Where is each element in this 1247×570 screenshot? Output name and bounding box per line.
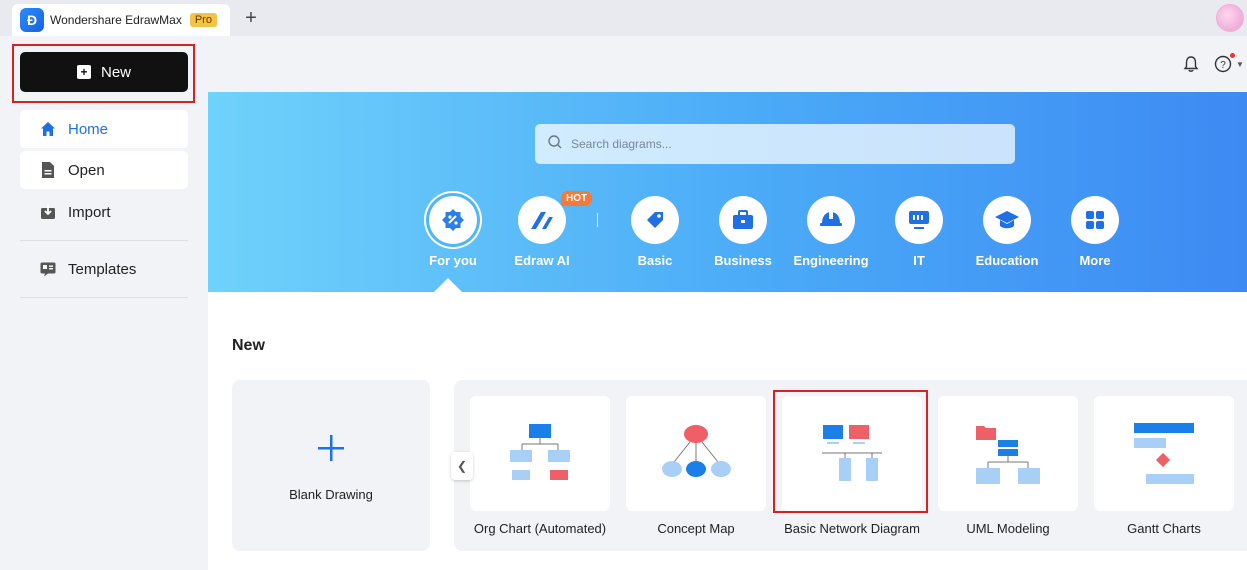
- category-engineering[interactable]: Engineering: [786, 196, 876, 268]
- briefcase-icon: [719, 196, 767, 244]
- search-icon: [547, 134, 563, 155]
- sidebar-item-label: Import: [68, 203, 111, 221]
- search-box[interactable]: [535, 124, 1015, 164]
- sidebar-item-label: Templates: [68, 260, 137, 278]
- org-chart-thumbnail-icon: [510, 424, 570, 480]
- sidebar-divider: [20, 297, 188, 298]
- plus-icon: [316, 433, 346, 463]
- template-thumb-gantt[interactable]: [1094, 396, 1234, 511]
- template-thumb-concept-map[interactable]: [626, 396, 766, 511]
- category-separator: [597, 213, 598, 227]
- edraw-ai-icon: [518, 196, 566, 244]
- help-notification-dot: [1230, 53, 1235, 58]
- category-label: For you: [429, 253, 477, 268]
- category-label: Engineering: [793, 253, 869, 268]
- template-thumb-uml[interactable]: [938, 396, 1078, 511]
- sidebar-item-label: Open: [68, 161, 105, 179]
- chevron-down-icon[interactable]: ▼: [1236, 60, 1244, 69]
- category-edraw-ai[interactable]: Edraw AI: [497, 196, 587, 268]
- hot-badge: HOT: [561, 191, 593, 206]
- template-label: Gantt Charts: [1127, 521, 1201, 536]
- blank-drawing-card[interactable]: [232, 380, 430, 551]
- template-label: Concept Map: [657, 521, 735, 536]
- file-icon: [40, 162, 56, 178]
- plus-icon: +: [76, 65, 91, 79]
- category-label: Business: [714, 253, 772, 268]
- section-title: New: [232, 337, 265, 354]
- hardhat-icon: [807, 196, 855, 244]
- category-more[interactable]: More: [1050, 196, 1140, 268]
- template-label: Basic Network Diagram: [784, 521, 920, 536]
- category-banner: For you Edraw AI HOT Basic Business Engi…: [208, 92, 1247, 292]
- template-label: Org Chart (Automated): [473, 521, 607, 536]
- template-thumb-org-chart[interactable]: [470, 396, 610, 511]
- category-it[interactable]: IT: [874, 196, 964, 268]
- new-button[interactable]: + New: [20, 52, 188, 92]
- home-icon: [40, 121, 56, 137]
- uml-thumbnail-icon: [976, 426, 1040, 484]
- blank-drawing-label: Blank Drawing: [289, 487, 373, 502]
- title-bar: Đ Wondershare EdrawMax Pro +: [0, 0, 1247, 36]
- svg-text:?: ?: [1220, 60, 1226, 71]
- template-label: UML Modeling: [966, 521, 1050, 536]
- carousel-prev-button[interactable]: ❮: [451, 452, 473, 480]
- category-education[interactable]: Education: [962, 196, 1052, 268]
- help-icon[interactable]: ?: [1214, 55, 1232, 73]
- notification-bell-icon[interactable]: [1183, 55, 1199, 73]
- add-tab-button[interactable]: +: [240, 7, 262, 29]
- sidebar-item-label: Home: [68, 120, 109, 138]
- category-basic[interactable]: Basic: [610, 196, 700, 268]
- grid-icon: [1071, 196, 1119, 244]
- chevron-left-icon: ❮: [456, 459, 468, 473]
- app-title: Wondershare EdrawMax: [50, 13, 182, 27]
- graduation-cap-icon: [983, 196, 1031, 244]
- sidebar-item-home[interactable]: Home: [20, 110, 188, 148]
- basic-tag-icon: [631, 196, 679, 244]
- for-you-icon: [429, 196, 477, 244]
- edrawmax-logo-icon: Đ: [20, 8, 44, 32]
- selected-template-highlight: [773, 390, 928, 513]
- category-label: Basic: [637, 253, 673, 268]
- category-label: IT: [913, 253, 925, 268]
- search-input[interactable]: [571, 137, 991, 151]
- category-label: Edraw AI: [514, 253, 570, 268]
- sidebar-item-templates[interactable]: Templates: [20, 250, 188, 288]
- sidebar-item-import[interactable]: Import: [20, 193, 188, 231]
- import-icon: [40, 204, 56, 220]
- pro-badge: Pro: [189, 13, 217, 27]
- new-button-label: New: [100, 63, 131, 81]
- category-label: Education: [975, 253, 1039, 268]
- templates-icon: [40, 261, 56, 277]
- monitor-icon: [895, 196, 943, 244]
- user-avatar[interactable]: [1216, 4, 1244, 32]
- sidebar-divider: [20, 240, 188, 241]
- gantt-thumbnail-icon: [1134, 423, 1194, 484]
- category-business[interactable]: Business: [698, 196, 788, 268]
- app-tab[interactable]: Đ Wondershare EdrawMax Pro: [12, 4, 230, 36]
- concept-map-thumbnail-icon: [662, 425, 731, 477]
- category-for-you[interactable]: For you: [408, 196, 498, 268]
- sidebar-item-open[interactable]: Open: [20, 151, 188, 189]
- active-category-pointer: [434, 278, 462, 292]
- category-label: More: [1079, 253, 1111, 268]
